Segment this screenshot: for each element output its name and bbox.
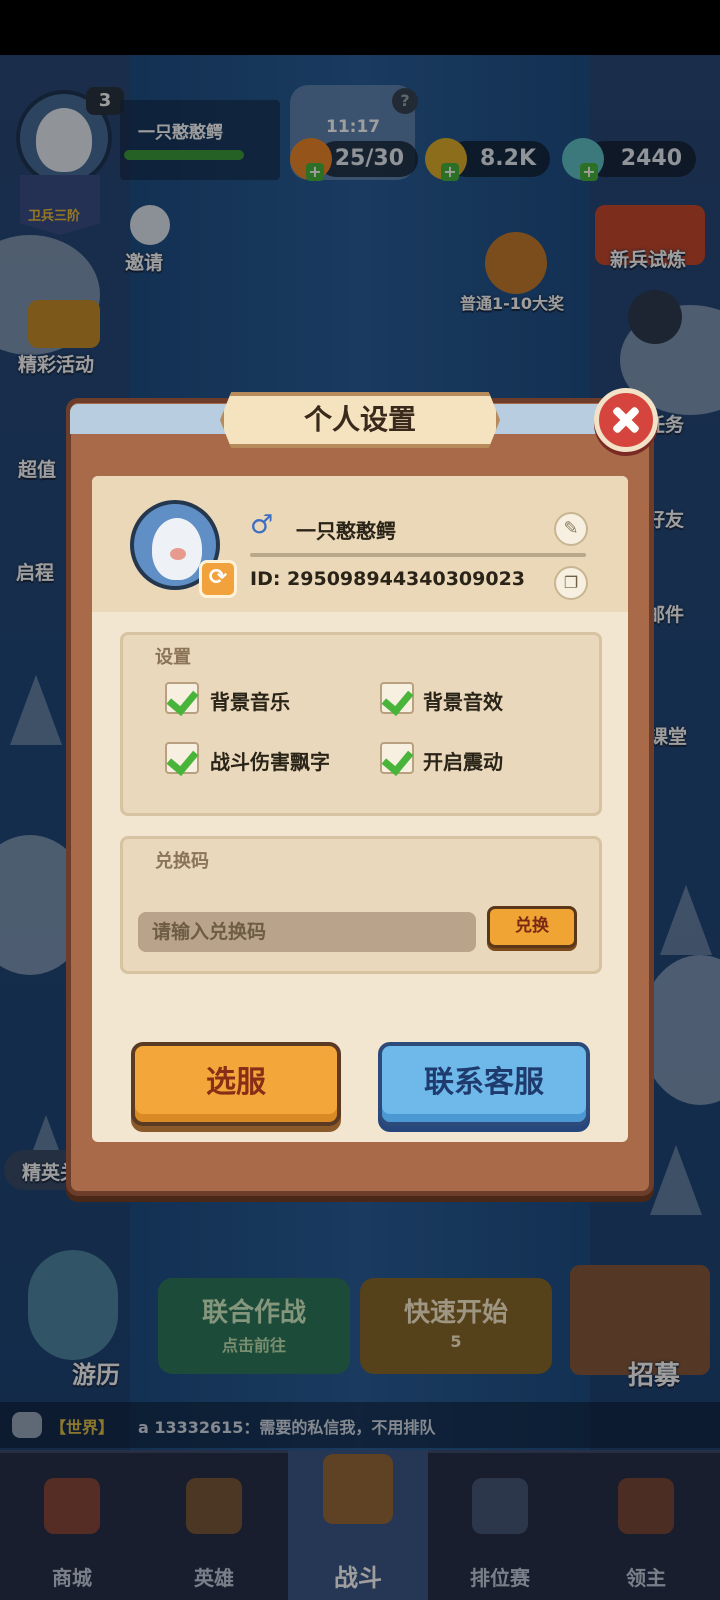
status-bar — [0, 0, 720, 55]
damage-text-label: 战斗伤害飘字 — [210, 750, 330, 774]
settings-section — [120, 632, 602, 816]
male-gender-icon: ♂ — [250, 510, 274, 540]
avatar-nose — [170, 548, 186, 560]
edit-name-icon[interactable]: ✎ — [554, 512, 588, 546]
player-id: ID: 295098944340309023 — [250, 568, 526, 590]
bgm-checkbox[interactable] — [165, 682, 199, 714]
close-button[interactable] — [594, 388, 658, 452]
redeem-button[interactable]: 兑换 — [487, 906, 577, 948]
dialog-title: 个人设置 — [303, 403, 416, 436]
vibration-checkbox[interactable] — [380, 742, 414, 774]
redeem-section-title: 兑换码 — [155, 851, 209, 872]
select-server-button[interactable]: 选服 — [131, 1042, 341, 1126]
sfx-checkbox[interactable] — [380, 682, 414, 714]
vibration-label: 开启震动 — [423, 750, 503, 774]
damage-text-checkbox[interactable] — [165, 742, 199, 774]
change-avatar-icon[interactable]: ⟳ — [199, 560, 237, 598]
contact-support-button[interactable]: 联系客服 — [378, 1042, 590, 1126]
name-divider — [250, 553, 586, 557]
bgm-label: 背景音乐 — [210, 690, 290, 714]
settings-section-title: 设置 — [155, 647, 191, 668]
copy-id-icon[interactable]: ❐ — [554, 566, 588, 600]
profile-player-name: 一只憨憨鳄 — [296, 519, 396, 543]
redeem-code-input[interactable] — [138, 912, 476, 952]
sfx-label: 背景音效 — [423, 690, 503, 714]
